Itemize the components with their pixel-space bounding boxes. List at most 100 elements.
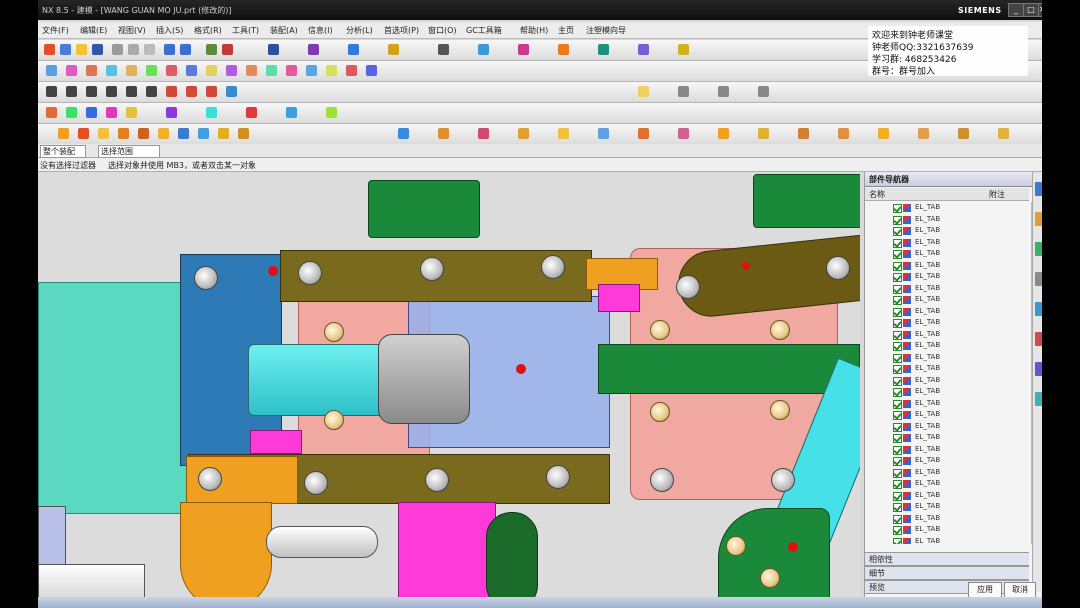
- dependencies-panel[interactable]: 相依性: [865, 552, 1029, 566]
- selection-scope-dropdown[interactable]: 选择范围: [98, 145, 160, 158]
- mold-tool-icon[interactable]: [218, 128, 229, 139]
- navigator-row[interactable]: EL_TAB: [865, 340, 1029, 352]
- navigator-row[interactable]: EL_TAB: [865, 294, 1029, 306]
- close-button[interactable]: ✕: [1038, 3, 1042, 17]
- mold-tool-icon[interactable]: [198, 128, 209, 139]
- chamfer-icon[interactable]: [246, 65, 257, 76]
- curve-tool-icon[interactable]: [758, 86, 769, 97]
- menu-preferences[interactable]: 首选项(P): [384, 25, 419, 36]
- revolve-icon[interactable]: [86, 65, 97, 76]
- visibility-checkbox[interactable]: [893, 526, 902, 535]
- copy-icon[interactable]: [128, 44, 139, 55]
- highlighted-tool-icon[interactable]: [638, 86, 649, 97]
- visibility-checkbox[interactable]: [893, 457, 902, 466]
- reuse-library-icon[interactable]: [1035, 272, 1042, 286]
- resize-blend-icon[interactable]: [166, 107, 177, 118]
- visibility-checkbox[interactable]: [893, 365, 902, 374]
- navigator-row[interactable]: EL_TAB: [865, 467, 1029, 479]
- redo-icon[interactable]: [180, 44, 191, 55]
- mold-tool-icon[interactable]: [798, 128, 809, 139]
- screw-head[interactable]: [546, 465, 570, 489]
- visibility-checkbox[interactable]: [893, 227, 902, 236]
- navigator-row[interactable]: EL_TAB: [865, 317, 1029, 329]
- measure-icon[interactable]: [558, 44, 569, 55]
- visibility-checkbox[interactable]: [893, 342, 902, 351]
- dowel-pin[interactable]: [650, 402, 670, 422]
- hole-icon[interactable]: [106, 65, 117, 76]
- curve-tool-icon[interactable]: [678, 86, 689, 97]
- navigator-row[interactable]: EL_TAB: [865, 455, 1029, 467]
- visibility-checkbox[interactable]: [893, 284, 902, 294]
- screw-head[interactable]: [420, 257, 444, 281]
- navigator-row[interactable]: EL_TAB: [865, 501, 1029, 513]
- screw-head[interactable]: [425, 468, 449, 492]
- visibility-checkbox[interactable]: [893, 261, 902, 271]
- screw-head[interactable]: [194, 266, 218, 290]
- navigator-row[interactable]: EL_TAB: [865, 329, 1029, 341]
- navigator-row[interactable]: EL_TAB: [865, 260, 1029, 272]
- mold-wizard-icon[interactable]: [638, 44, 649, 55]
- mold-tool-icon[interactable]: [478, 128, 489, 139]
- mold-tool-icon[interactable]: [78, 128, 89, 139]
- mold-tool-icon[interactable]: [558, 128, 569, 139]
- navigator-row[interactable]: EL_TAB: [865, 536, 1029, 544]
- touch-mode-icon[interactable]: [222, 44, 233, 55]
- layer-icon[interactable]: [268, 44, 279, 55]
- text-icon[interactable]: [146, 86, 157, 97]
- part-navigator-icon[interactable]: [1035, 242, 1042, 256]
- visibility-checkbox[interactable]: [893, 399, 902, 409]
- menu-window[interactable]: 窗口(O): [428, 25, 457, 36]
- spline-icon[interactable]: [106, 86, 117, 97]
- orange-arm[interactable]: [180, 502, 272, 608]
- navigator-row[interactable]: EL_TAB: [865, 478, 1029, 490]
- pattern-icon[interactable]: [306, 65, 317, 76]
- circle-icon[interactable]: [86, 86, 97, 97]
- shell-icon[interactable]: [266, 65, 277, 76]
- dimension-icon[interactable]: [678, 44, 689, 55]
- navigator-row[interactable]: EL_TAB: [865, 283, 1029, 295]
- navigator-row[interactable]: EL_TAB: [865, 214, 1029, 226]
- menu-view[interactable]: 视图(V): [118, 25, 146, 36]
- visibility-checkbox[interactable]: [893, 204, 902, 213]
- dowel-pin[interactable]: [324, 410, 344, 430]
- navigator-row[interactable]: EL_TAB: [865, 524, 1029, 536]
- visibility-checkbox[interactable]: [893, 514, 902, 524]
- navigator-row[interactable]: EL_TAB: [865, 432, 1029, 444]
- sketch-icon[interactable]: [46, 65, 57, 76]
- mold-tool-icon[interactable]: [598, 128, 609, 139]
- details-panel[interactable]: 细节: [865, 566, 1029, 580]
- grey-pin[interactable]: [266, 526, 378, 558]
- minimize-button[interactable]: _: [1008, 3, 1024, 17]
- analysis-icon[interactable]: [598, 44, 609, 55]
- web-browser-icon[interactable]: [1035, 302, 1042, 316]
- dowel-pin[interactable]: [760, 568, 780, 588]
- graphics-window[interactable]: [38, 172, 860, 608]
- visibility-checkbox[interactable]: [893, 319, 902, 328]
- subtract-icon[interactable]: [186, 65, 197, 76]
- navigator-row[interactable]: EL_TAB: [865, 375, 1029, 387]
- visibility-checkbox[interactable]: [893, 296, 902, 305]
- green-block-top-right[interactable]: [753, 174, 860, 228]
- project-curve-icon[interactable]: [186, 86, 197, 97]
- new-file-icon[interactable]: [60, 44, 71, 55]
- menu-home[interactable]: 主页: [558, 25, 574, 36]
- magenta-clip[interactable]: [250, 430, 302, 454]
- screw-head[interactable]: [304, 471, 328, 495]
- cyan-cylinder[interactable]: [248, 344, 390, 416]
- navigator-row[interactable]: EL_TAB: [865, 444, 1029, 456]
- visibility-checkbox[interactable]: [893, 388, 902, 397]
- green-block-top-left[interactable]: [368, 180, 480, 238]
- menu-help[interactable]: 帮助(H): [520, 25, 548, 36]
- linear-dimension-icon[interactable]: [246, 107, 257, 118]
- menu-edit[interactable]: 编辑(E): [80, 25, 107, 36]
- green-pipe[interactable]: [486, 512, 538, 608]
- green-rod[interactable]: [598, 344, 860, 394]
- mold-tool-icon[interactable]: [118, 128, 129, 139]
- view-frame-icon[interactable]: [438, 44, 449, 55]
- mold-tool-icon[interactable]: [958, 128, 969, 139]
- delete-face-icon[interactable]: [126, 107, 137, 118]
- unite-icon[interactable]: [166, 65, 177, 76]
- dowel-pin[interactable]: [650, 320, 670, 340]
- boss-icon[interactable]: [126, 65, 137, 76]
- screw-head[interactable]: [298, 261, 322, 285]
